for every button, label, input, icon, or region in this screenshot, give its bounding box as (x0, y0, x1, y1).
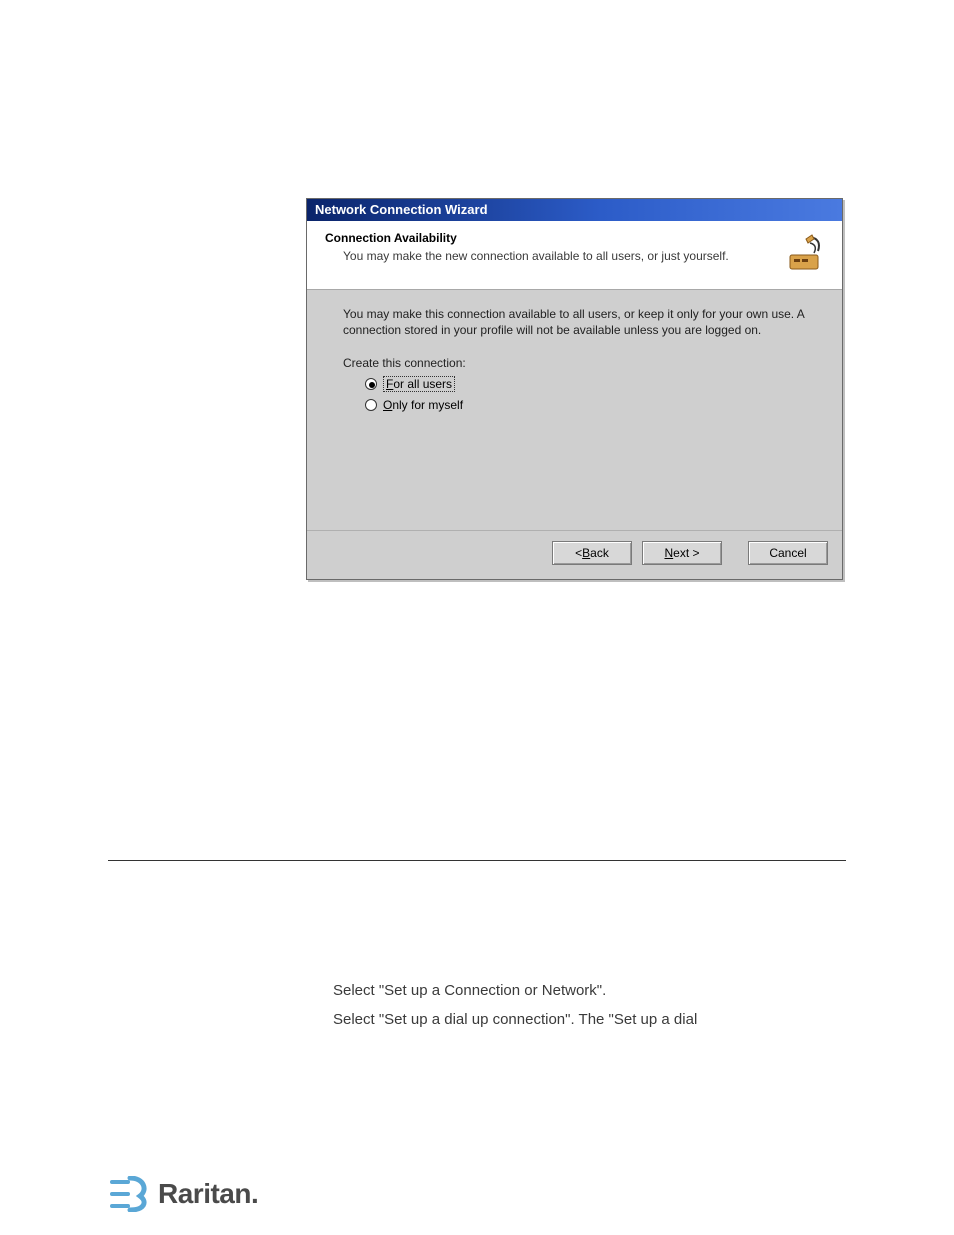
radio-group-label: Create this connection: (343, 356, 814, 370)
next-button[interactable]: Next > (642, 541, 722, 565)
radio-label: For all users (383, 376, 455, 392)
dialog-footer: < Back Next > Cancel (307, 530, 842, 579)
instruction-line: Select "Set up a Connection or Network". (333, 977, 823, 1004)
dialog-heading: Connection Availability (325, 231, 776, 245)
network-modem-icon (784, 231, 828, 275)
instruction-line: Select "Set up a dial up connection". Th… (333, 1006, 823, 1033)
dialog-titlebar[interactable]: Network Connection Wizard (307, 199, 842, 221)
section-divider (108, 860, 846, 861)
raritan-logo: Raritan. (110, 1173, 290, 1215)
raritan-logo-icon (110, 1176, 150, 1212)
radio-option-only-myself[interactable]: Only for myself (365, 398, 814, 412)
radio-label: Only for myself (383, 398, 463, 412)
dialog-header: Connection Availability You may make the… (307, 221, 842, 290)
dialog-info-text: You may make this connection available t… (343, 306, 814, 338)
dialog-body: You may make this connection available t… (307, 290, 842, 530)
network-connection-wizard-dialog: Network Connection Wizard Connection Ava… (306, 198, 843, 580)
dialog-header-text: Connection Availability You may make the… (325, 231, 776, 263)
cancel-button[interactable]: Cancel (748, 541, 828, 565)
dialog-title: Network Connection Wizard (315, 202, 488, 217)
radio-icon (365, 399, 377, 411)
radio-icon (365, 378, 377, 390)
raritan-logo-text: Raritan. (158, 1178, 258, 1210)
back-button[interactable]: < Back (552, 541, 632, 565)
instruction-text-block: Select "Set up a Connection or Network".… (333, 975, 823, 1035)
radio-option-all-users[interactable]: For all users (365, 376, 814, 392)
dialog-subtext: You may make the new connection availabl… (343, 249, 776, 263)
